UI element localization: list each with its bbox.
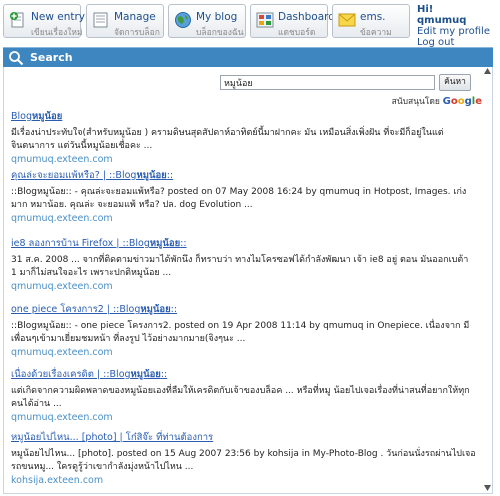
result-snippet: หมูน้อยไปไหน... [photo]. posted on 15 Au… [11, 449, 476, 472]
search-result: คุณล่ะจะยอมแพ้หรือ? | ::Blogหมูน้อย:: ::… [11, 168, 476, 224]
username: qmumuq [417, 15, 467, 26]
result-title-post: :: [170, 304, 178, 315]
result-title-link[interactable]: one piece โครงการ2 | ::Blogหมูน้อย:: [11, 302, 476, 317]
messages-icon [338, 13, 356, 27]
scroll-up-icon[interactable] [484, 68, 491, 74]
my-blog-button[interactable]: My blog บล็อกของฉัน [168, 4, 246, 38]
result-title-post: :: [166, 170, 174, 181]
result-url: qmumuq.exteen.com [11, 347, 113, 358]
result-snippet: ::Blogหมูน้อย:: - คุณล่ะจะยอมแพ้หรือ? po… [11, 187, 467, 210]
new-entry-icon [10, 12, 24, 28]
scroll-down-icon[interactable] [484, 485, 491, 491]
result-title-link[interactable]: เนื่องด้วยเรื่องเครดิต | ::Blogหมูน้อย:: [11, 367, 476, 382]
result-title-post: :: [160, 369, 168, 380]
my-blog-label: My blog [196, 11, 238, 23]
messages-label: ems. [360, 11, 386, 23]
result-snippet: แต่เกิดจากความผิดพลาดของหมูน้อยเองที่ลืม… [11, 386, 470, 409]
google-logo: Google [442, 96, 482, 107]
search-result: one piece โครงการ2 | ::Blogหมูน้อย:: ::B… [11, 302, 476, 358]
result-title-link[interactable]: Blogหมูน้อย [11, 109, 476, 124]
powered-by-label: สนับสนุนโดย [391, 97, 440, 107]
result-url: qmumuq.exteen.com [11, 281, 113, 292]
powered-by: สนับสนุนโดย Google [392, 94, 482, 108]
top-toolbar: New entry เขียนเรื่องใหม่ Manage จัดการบ… [0, 0, 500, 48]
search-result: หมูน้อยไปไหน... [photo] | โก๋สิจ๊ะ ที่ท่… [11, 430, 476, 486]
messages-sublabel: ข้อความ [360, 28, 392, 38]
manage-icon [93, 12, 108, 28]
dashboard-label: Dashboard [278, 11, 335, 23]
result-title-link[interactable]: คุณล่ะจะยอมแพ้หรือ? | ::Blogหมูน้อย:: [11, 168, 476, 183]
search-input[interactable] [220, 75, 435, 90]
result-title-bold: หมูน้อย [149, 238, 181, 249]
result-snippet: ::Blogหมูน้อย:: - one piece โครงการ2. po… [11, 321, 470, 344]
search-header-title: Search [30, 51, 73, 64]
search-result: ie8 ลองการบ้าน Firefox | ::Blogหมูน้อย::… [11, 236, 476, 292]
search-header: Search [3, 47, 493, 67]
result-title-bold: หมูน้อย [130, 369, 161, 380]
user-box: Hi! qmumuq Edit my profile Log out [417, 4, 497, 48]
new-entry-sublabel: เขียนเรื่องใหม่ [31, 28, 83, 38]
manage-button[interactable]: Manage จัดการบล็อก [86, 4, 164, 38]
messages-button[interactable]: ems. ข้อความ [332, 4, 410, 38]
search-icon [9, 51, 24, 66]
result-url: qmumuq.exteen.com [11, 412, 113, 423]
manage-label: Manage [114, 11, 156, 23]
result-title-pre: Blog [11, 111, 32, 122]
result-url: qmumuq.exteen.com [11, 213, 113, 224]
result-url: kohsija.exteen.com [11, 475, 104, 486]
result-title-bold: หมูน้อย [32, 111, 63, 122]
search-button[interactable]: ค้นหา [439, 74, 471, 91]
result-title-pre: คุณล่ะจะยอมแพ้หรือ? | ::Blog [11, 170, 137, 181]
result-title-pre: ie8 ลองการบ้าน Firefox | ::Blog [11, 238, 150, 249]
my-blog-sublabel: บล็อกของฉัน [196, 28, 244, 38]
search-result: Blogหมูน้อย มีเรื่องน่าประทับใจ(สำหรับหม… [11, 109, 476, 165]
result-title-pre: one piece โครงการ2 | ::Blog [11, 304, 141, 315]
new-entry-button[interactable]: New entry เขียนเรื่องใหม่ [3, 4, 85, 38]
result-title-pre: หมูน้อยไปไหน... [photo] | โก๋สิจ๊ะ ที่ท่… [11, 432, 214, 443]
result-snippet: มีเรื่องน่าประทับใจ(สำหรับหมูน้อย ) คราม… [11, 128, 444, 151]
result-title-pre: เนื่องด้วยเรื่องเครดิต | ::Blog [11, 369, 131, 380]
result-title-bold: หมูน้อย [136, 170, 167, 181]
dashboard-icon [256, 12, 274, 28]
dashboard-sublabel: แดชบอร์ด [278, 28, 316, 38]
globe-icon [175, 12, 191, 28]
search-result: เนื่องด้วยเรื่องเครดิต | ::Blogหมูน้อย::… [11, 367, 476, 423]
greeting: Hi! [417, 4, 434, 15]
result-title-post: :: [180, 238, 187, 249]
manage-sublabel: จัดการบล็อก [114, 28, 160, 38]
user-greeting: Hi! [417, 4, 497, 15]
edit-profile-link[interactable]: Edit my profile [417, 26, 497, 37]
new-entry-label: New entry [31, 11, 86, 23]
result-url: qmumuq.exteen.com [11, 154, 113, 165]
result-snippet: 31 ส.ค. 2008 ... จากที่ติดตามข่าวมาได้พั… [11, 255, 469, 278]
dashboard-button[interactable]: Dashboard แดชบอร์ด [250, 4, 335, 38]
result-title-bold: หมูน้อย [140, 304, 171, 315]
result-title-link[interactable]: ie8 ลองการบ้าน Firefox | ::Blogหมูน้อย:: [11, 236, 476, 251]
results-panel: ค้นหา สนับสนุนโดย Google Blogหมูน้อย มีเ… [3, 67, 493, 494]
result-title-link[interactable]: หมูน้อยไปไหน... [photo] | โก๋สิจ๊ะ ที่ท่… [11, 430, 476, 445]
